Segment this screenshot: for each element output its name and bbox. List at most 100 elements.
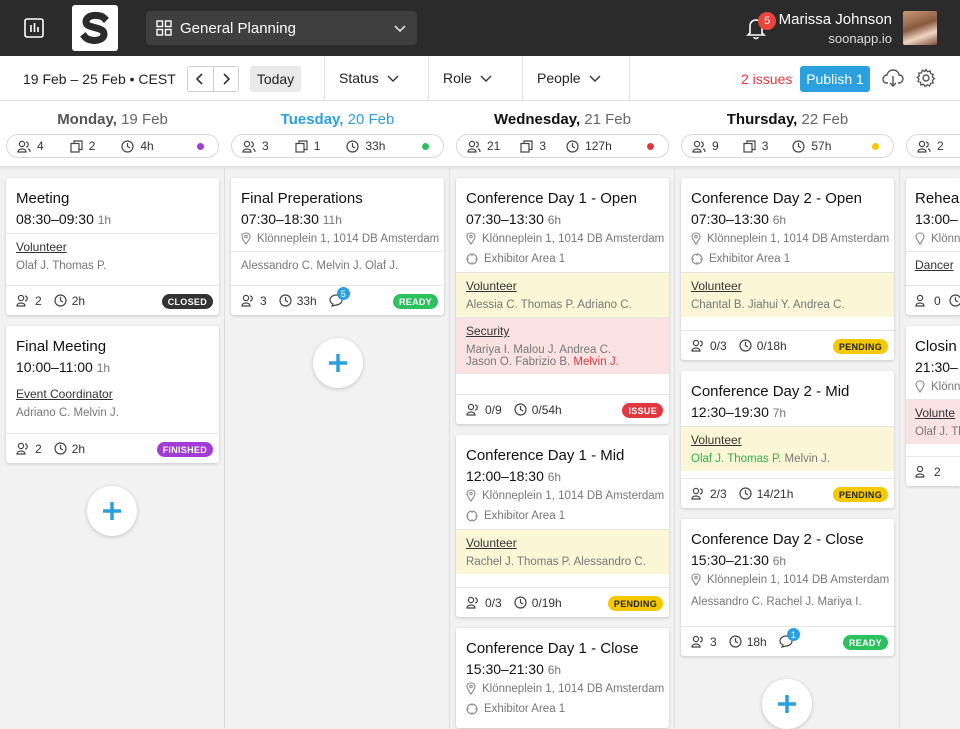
app-logo[interactable] <box>72 5 118 51</box>
location: Klönn <box>906 375 960 393</box>
user-info[interactable]: Marissa Johnson soonapp.io <box>779 11 892 46</box>
people-icon <box>466 403 478 416</box>
clock-icon <box>739 487 752 500</box>
workspace-selector[interactable]: General Planning <box>146 11 417 45</box>
notification-badge: 5 <box>758 12 776 30</box>
card-footer: 0/9 0/54h ISSUE <box>456 394 669 424</box>
shift-time: 10:00–11:00 1h <box>16 359 111 375</box>
shift-title: Rehear <box>915 190 960 207</box>
role-people: Adriano C. Melvin J. <box>16 407 119 419</box>
shift-card[interactable]: Conference Day 1 - Close 15:30–21:30 6h … <box>456 628 669 728</box>
gear-icon[interactable] <box>916 68 936 88</box>
shift-card[interactable]: Final Meeting 10:00–11:00 1h Event Coord… <box>6 326 219 463</box>
day-stats-monday: 4 2 4h <box>6 134 219 158</box>
people-icon <box>917 140 931 153</box>
people-icon <box>691 339 703 352</box>
role-name[interactable]: Dancer <box>915 258 954 272</box>
location: Klönneplein 1, 1014 DB Amsterdam <box>456 484 669 502</box>
role-people: Alessia C. Thomas P. Adriano C. <box>466 299 632 311</box>
status-badge: CLOSED <box>161 294 213 309</box>
shift-title: Conference Day 1 - Open <box>466 190 637 207</box>
top-bar: General Planning 5 Marissa Johnson soona… <box>0 0 960 56</box>
next-week-button[interactable] <box>214 67 239 91</box>
day-title-wednesday[interactable]: Wednesday, 21 Feb <box>450 111 675 128</box>
day-title-monday[interactable]: Monday, 19 Feb <box>0 111 225 128</box>
cloud-download-icon[interactable] <box>882 68 904 88</box>
shift-title: Conference Day 1 - Close <box>466 640 639 657</box>
today-button[interactable]: Today <box>250 66 301 92</box>
dashboard-button[interactable] <box>0 0 68 56</box>
shift-card[interactable]: Conference Day 1 - Mid 12:00–18:30 6h Kl… <box>456 435 669 617</box>
role-name[interactable]: Volunteer <box>691 433 884 447</box>
card-footer: 3 33h 5 READY <box>231 285 444 315</box>
clock-icon <box>566 139 579 153</box>
people-filter[interactable]: People <box>522 56 630 100</box>
role-name[interactable]: Volunteer <box>466 279 659 293</box>
role-name[interactable]: Volunteer <box>466 536 659 550</box>
chevron-down-icon <box>480 75 492 82</box>
role-section: Security Mariya I. Malou J. Andrea C. Ja… <box>456 317 669 374</box>
avatar[interactable] <box>903 11 937 45</box>
status-badge: READY <box>392 294 438 309</box>
workspace-name: General Planning <box>180 19 296 37</box>
shift-card[interactable]: Rehear 13:00– Klönn Dancer 0 2 <box>906 178 960 315</box>
comments[interactable]: 1 <box>779 628 800 648</box>
crosshair-icon <box>466 510 478 522</box>
shift-title: Conference Day 2 - Mid <box>691 383 850 400</box>
location: Klönneplein 1, 1014 DB Amsterdam <box>231 227 444 245</box>
area: Exhibitor Area 1 <box>456 695 669 715</box>
shift-card[interactable]: Conference Day 2 - Close 15:30–21:30 6h … <box>681 519 894 656</box>
clock-icon <box>121 139 134 153</box>
comments[interactable]: 5 <box>329 287 350 307</box>
shift-card[interactable]: Closin 21:30– Klönn Volunte Olaf J. Th 2 <box>906 326 960 486</box>
role-name[interactable]: Security <box>466 324 659 338</box>
chevron-down-icon <box>387 75 399 82</box>
role-people: Mariya I. Malou J. Andrea C. <box>466 344 612 356</box>
shift-time: 13:00– <box>915 211 958 227</box>
location-pin-icon <box>241 232 251 245</box>
role-filter-label: Role <box>443 70 472 86</box>
people-filter-label: People <box>537 70 581 86</box>
location-pin-icon <box>466 489 476 502</box>
people-icon <box>467 140 481 153</box>
area: Exhibitor Area 1 <box>456 245 669 265</box>
shift-title: Closin <box>915 338 957 355</box>
shift-card[interactable]: Conference Day 1 - Open 07:30–13:30 6h K… <box>456 178 669 424</box>
soon-logo-icon <box>80 11 109 44</box>
area: Exhibitor Area 1 <box>681 245 894 265</box>
area: Exhibitor Area 1 <box>456 502 669 522</box>
people-icon <box>242 140 256 153</box>
shift-card[interactable]: Conference Day 2 - Open 07:30–13:30 6h K… <box>681 178 894 360</box>
shift-time: 15:30–21:30 6h <box>691 552 787 568</box>
shift-card[interactable]: Conference Day 2 - Mid 12:30–19:30 7h Vo… <box>681 371 894 508</box>
shift-card[interactable]: Meeting 08:30–09:30 1h Volunteer Olaf J.… <box>6 178 219 315</box>
status-badge: ISSUE <box>622 403 663 418</box>
copy-icon <box>520 139 533 153</box>
status-badge: READY <box>842 635 888 650</box>
clock-icon <box>346 139 359 153</box>
issues-link[interactable]: 2 issues <box>741 71 792 87</box>
role-section: Dancer <box>906 251 960 284</box>
status-filter[interactable]: Status <box>324 56 428 100</box>
add-shift-button[interactable] <box>313 338 363 388</box>
publish-button[interactable]: Publish 1 <box>800 66 870 92</box>
location-pin-icon <box>691 232 701 245</box>
card-footer: 3 18h 1 READY <box>681 626 894 656</box>
prev-week-button[interactable] <box>188 67 214 91</box>
day-title-thursday[interactable]: Thursday, 22 Feb <box>675 111 900 128</box>
day-title-tuesday[interactable]: Tuesday, 20 Feb <box>225 111 450 128</box>
grid-icon <box>156 20 172 36</box>
role-name[interactable]: Volunte <box>915 406 955 420</box>
role-name[interactable]: Event Coordinator <box>16 387 209 401</box>
crosshair-icon <box>691 253 703 265</box>
add-shift-button[interactable] <box>87 486 137 536</box>
role-name[interactable]: Volunteer <box>16 240 209 254</box>
role-name[interactable]: Volunteer <box>691 279 884 293</box>
role-section: Volunteer Rachel J. Thomas P. Alessandro… <box>456 529 669 574</box>
shift-card[interactable]: Final Preperations 07:30–18:30 11h Klönn… <box>231 178 444 315</box>
day-stats-friday: 2 <box>906 134 960 158</box>
add-shift-button[interactable] <box>762 679 812 729</box>
shift-time: 07:30–18:30 11h <box>241 211 342 227</box>
role-filter[interactable]: Role <box>428 56 522 100</box>
day-header-bar: Monday, 19 Feb Tuesday, 20 Feb Wednesday… <box>0 101 960 167</box>
